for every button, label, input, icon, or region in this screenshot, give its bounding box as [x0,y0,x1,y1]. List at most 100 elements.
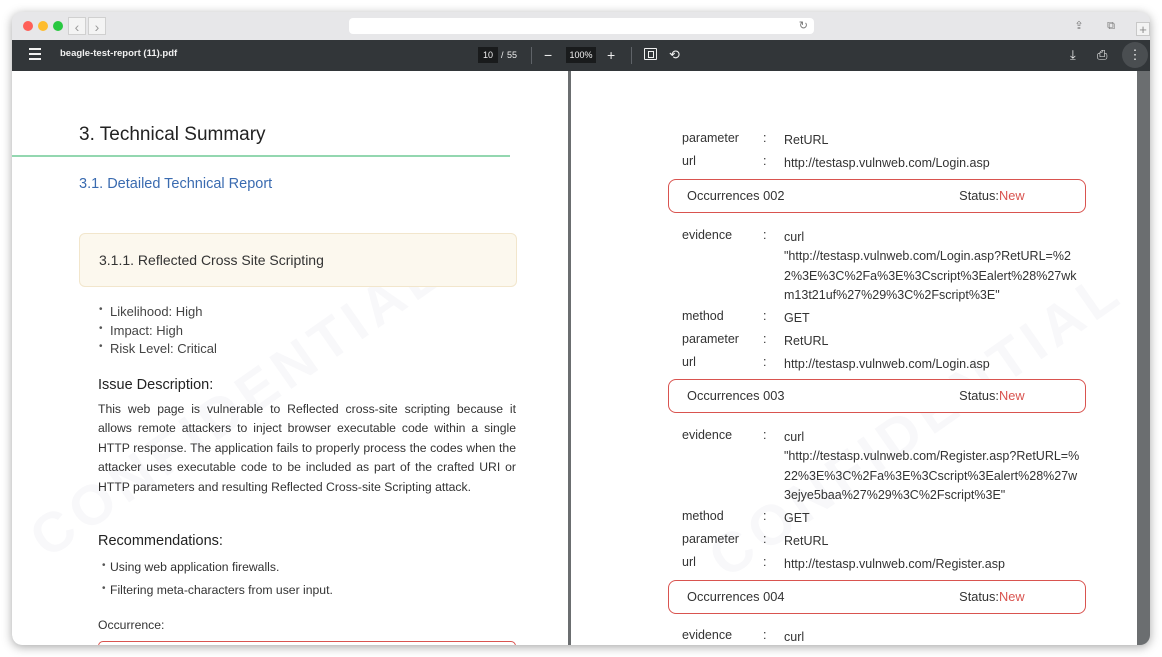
detail-row: url : http://testasp.vulnweb.com/Login.a… [571,355,1131,375]
zoom-in-icon[interactable]: + [607,45,615,65]
detail-row: parameter : RetURL [571,332,1131,352]
detail-colon: : [763,628,767,642]
detail-value: RetURL [784,334,829,348]
maximize-window-button[interactable] [53,21,63,31]
zoom-level-input[interactable]: 100% [566,47,596,63]
rotate-icon[interactable]: ⟲ [669,46,680,64]
detail-colon: : [763,532,767,546]
detail-colon: : [763,332,767,346]
detail-value: RetURL [784,534,829,548]
occurrence-header: Occurrences 002 Status: New [668,179,1086,213]
occurrence-title: Occurrences 002 [687,188,785,203]
share-icon[interactable]: ⇪ [1070,18,1088,34]
rating-impact: Impact: High [110,323,217,342]
detail-colon: : [763,309,767,323]
recommendations-heading: Recommendations: [98,533,223,549]
total-pages: 55 [507,50,518,60]
recommendation-item: Filtering meta-characters from user inpu… [110,583,333,606]
occurrence-status-label: Status: [959,388,999,403]
detail-value: http://testasp.vulnweb.com/Login.asp [784,156,990,170]
hamburger-menu-icon[interactable] [29,48,41,60]
download-icon[interactable]: ⤓ [1070,45,1076,65]
finding-title: 3.1.1. Reflected Cross Site Scripting [99,252,324,268]
detail-row: evidence : curl [571,228,1131,248]
pdf-toolbar: beagle-test-report (11).pdf 10 / 55 − 10… [12,40,1150,71]
issue-text: This web page is vulnerable to Reflected… [98,402,516,494]
detail-key: parameter [682,332,739,346]
detail-key: method [682,309,724,323]
minimize-window-button[interactable] [38,21,48,31]
detail-row: url : http://testasp.vulnweb.com/Login.a… [571,154,1131,174]
detail-key: url [682,154,696,168]
occurrence-status-value: New [999,388,1025,403]
detail-key: evidence [682,228,733,242]
evidence-command: "http://testasp.vulnweb.com/Login.asp?Re… [571,247,1131,307]
detail-colon: : [763,131,767,145]
detail-value: curl [784,630,805,644]
evidence-command: "http://testasp.vulnweb.com/Register.asp… [571,447,1131,507]
detail-row: parameter : RetURL [571,131,1131,151]
detail-row: method : GET [571,509,1131,529]
recommendations-list: Using web application firewalls. Filteri… [110,560,333,606]
occurrence-title: Occurrences 003 [687,388,785,403]
close-window-button[interactable] [23,21,33,31]
recommendation-item: Using web application firewalls. [110,560,333,583]
detail-value: GET [784,511,810,525]
new-tab-icon[interactable]: + [1136,22,1150,37]
section-heading: 3. Technical Summary [79,124,266,145]
detail-row: method : GET [571,309,1131,329]
toolbar-divider [631,47,632,64]
toolbar-divider [531,47,532,64]
page-separator: / [501,50,504,60]
occurrence-status-value: New [999,589,1025,604]
print-icon[interactable]: ⎙ [1097,45,1107,65]
occurrence-header: Occurrences 003 Status: New [668,379,1086,413]
detail-row: parameter : RetURL [571,532,1131,552]
heading-rule [12,155,510,157]
detail-key: url [682,555,696,569]
detail-value: curl [784,430,805,444]
detail-colon: : [763,428,767,442]
occurrence-box-partial [98,641,516,645]
detail-row: evidence : curl [571,628,1131,645]
pdf-viewer[interactable]: CONFIDENTIAL 3. Technical Summary 3.1. D… [12,71,1150,645]
detail-value: RetURL [784,133,829,147]
evidence-url: "http://testasp.vulnweb.com/Register.asp… [784,449,1080,502]
occurrence-status-value: New [999,188,1025,203]
rating-likelihood: Likelihood: High [110,304,217,323]
evidence-url: "http://testasp.vulnweb.com/Login.asp?Re… [784,249,1077,302]
subsection-heading: 3.1. Detailed Technical Report [79,176,273,192]
detail-row: url : http://testasp.vulnweb.com/Registe… [571,555,1131,575]
more-options-icon[interactable]: ⋮ [1122,42,1148,68]
tabs-overview-icon[interactable]: ⧉ [1102,18,1120,34]
pdf-page-left: CONFIDENTIAL 3. Technical Summary 3.1. D… [12,71,568,645]
forward-icon[interactable]: › [88,17,106,35]
current-page-input[interactable]: 10 [478,47,498,63]
detail-value: http://testasp.vulnweb.com/Register.asp [784,557,1005,571]
issue-heading: Issue Description: [98,377,214,393]
fit-to-page-icon[interactable] [644,48,657,60]
detail-value: GET [784,311,810,325]
occurrence-status-label: Status: [959,589,999,604]
detail-colon: : [763,509,767,523]
browser-window: ‹ › ↻ ⇪ ⧉ + beagle-test-report (11).pdf … [12,12,1150,645]
zoom-out-icon[interactable]: − [544,45,552,65]
detail-key: evidence [682,428,733,442]
title-bar: ‹ › ↻ ⇪ ⧉ + [12,12,1150,40]
back-icon[interactable]: ‹ [68,17,86,35]
detail-colon: : [763,154,767,168]
detail-row: evidence : curl [571,428,1131,448]
occurrence-label: Occurrence: [98,618,165,632]
detail-key: method [682,509,724,523]
occurrence-title: Occurrences 004 [687,589,785,604]
detail-key: parameter [682,532,739,546]
ratings-list: Likelihood: High Impact: High Risk Level… [110,304,217,360]
pdf-page-right: CONFIDENTIAL parameter : RetURL url : ht… [571,71,1137,645]
detail-key: parameter [682,131,739,145]
occurrence-header: Occurrences 004 Status: New [668,580,1086,614]
file-name: beagle-test-report (11).pdf [60,48,178,59]
reload-icon[interactable]: ↻ [799,18,808,34]
detail-key: url [682,355,696,369]
address-bar[interactable]: ↻ [349,18,814,34]
finding-card: 3.1.1. Reflected Cross Site Scripting [79,233,517,287]
